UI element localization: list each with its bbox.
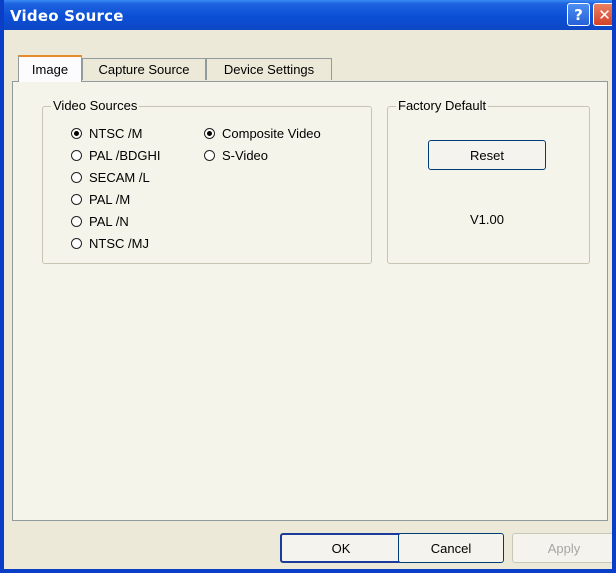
radio-pal-n[interactable]: PAL /N bbox=[71, 212, 129, 230]
radio-pal-bdghi[interactable]: PAL /BDGHI bbox=[71, 146, 161, 164]
help-button[interactable]: ? bbox=[567, 3, 590, 26]
tab-label: Device Settings bbox=[223, 62, 315, 77]
ok-button-label: OK bbox=[331, 540, 351, 556]
apply-button[interactable]: Apply bbox=[512, 533, 612, 563]
dialog-window: Video Source ? ✕ Image Capture Source De… bbox=[0, 0, 616, 573]
reset-button-label: Reset bbox=[470, 147, 504, 163]
radio-button-icon[interactable] bbox=[204, 149, 215, 161]
tab-device-settings[interactable]: Device Settings bbox=[206, 58, 332, 80]
radio-ntsc-mj[interactable]: NTSC /MJ bbox=[71, 234, 149, 252]
radio-button-icon[interactable] bbox=[71, 127, 82, 139]
radio-pal-m[interactable]: PAL /M bbox=[71, 190, 130, 208]
radio-ntsc-m[interactable]: NTSC /M bbox=[71, 124, 142, 142]
radio-button-icon[interactable] bbox=[71, 215, 82, 227]
apply-button-label: Apply bbox=[547, 540, 581, 556]
tab-label: Image bbox=[31, 62, 69, 77]
ok-button[interactable]: OK bbox=[280, 533, 402, 563]
tab-capture-source[interactable]: Capture Source bbox=[82, 58, 206, 80]
title-bar[interactable]: Video Source ? ✕ bbox=[4, 0, 612, 30]
radio-button-icon[interactable] bbox=[204, 127, 215, 139]
radio-composite-video[interactable]: Composite Video bbox=[204, 124, 321, 142]
radio-label: PAL /M bbox=[89, 191, 131, 207]
radio-secam-l[interactable]: SECAM /L bbox=[71, 168, 150, 186]
video-sources-legend: Video Sources bbox=[51, 98, 140, 113]
reset-button[interactable]: Reset bbox=[428, 140, 546, 170]
tab-panel-image: Video Sources NTSC /M PAL /BDGHI SECAM /… bbox=[12, 81, 608, 521]
radio-label: NTSC /MJ bbox=[89, 235, 149, 251]
radio-label: NTSC /M bbox=[89, 125, 143, 141]
factory-default-legend: Factory Default bbox=[396, 98, 489, 113]
radio-button-icon[interactable] bbox=[71, 237, 82, 249]
tab-label: Capture Source bbox=[98, 62, 190, 77]
radio-button-icon[interactable] bbox=[71, 193, 82, 205]
video-sources-group: Video Sources NTSC /M PAL /BDGHI SECAM /… bbox=[42, 98, 372, 264]
radio-s-video[interactable]: S-Video bbox=[204, 146, 268, 164]
radio-button-icon[interactable] bbox=[71, 171, 82, 183]
cancel-button-label: Cancel bbox=[430, 540, 472, 556]
close-icon: ✕ bbox=[598, 5, 611, 24]
version-label: V1.00 bbox=[470, 212, 504, 227]
radio-label: PAL /N bbox=[89, 213, 129, 229]
radio-button-icon[interactable] bbox=[71, 149, 82, 161]
cancel-button[interactable]: Cancel bbox=[398, 533, 504, 563]
radio-label: PAL /BDGHI bbox=[89, 147, 161, 163]
tab-image[interactable]: Image bbox=[18, 55, 82, 82]
close-button[interactable]: ✕ bbox=[593, 3, 612, 26]
radio-label: Composite Video bbox=[222, 125, 321, 141]
question-mark-icon: ? bbox=[574, 5, 583, 24]
radio-label: SECAM /L bbox=[89, 169, 150, 185]
window-title: Video Source bbox=[10, 7, 124, 25]
factory-default-group: Factory Default Reset V1.00 bbox=[387, 98, 590, 264]
radio-label: S-Video bbox=[222, 147, 269, 163]
